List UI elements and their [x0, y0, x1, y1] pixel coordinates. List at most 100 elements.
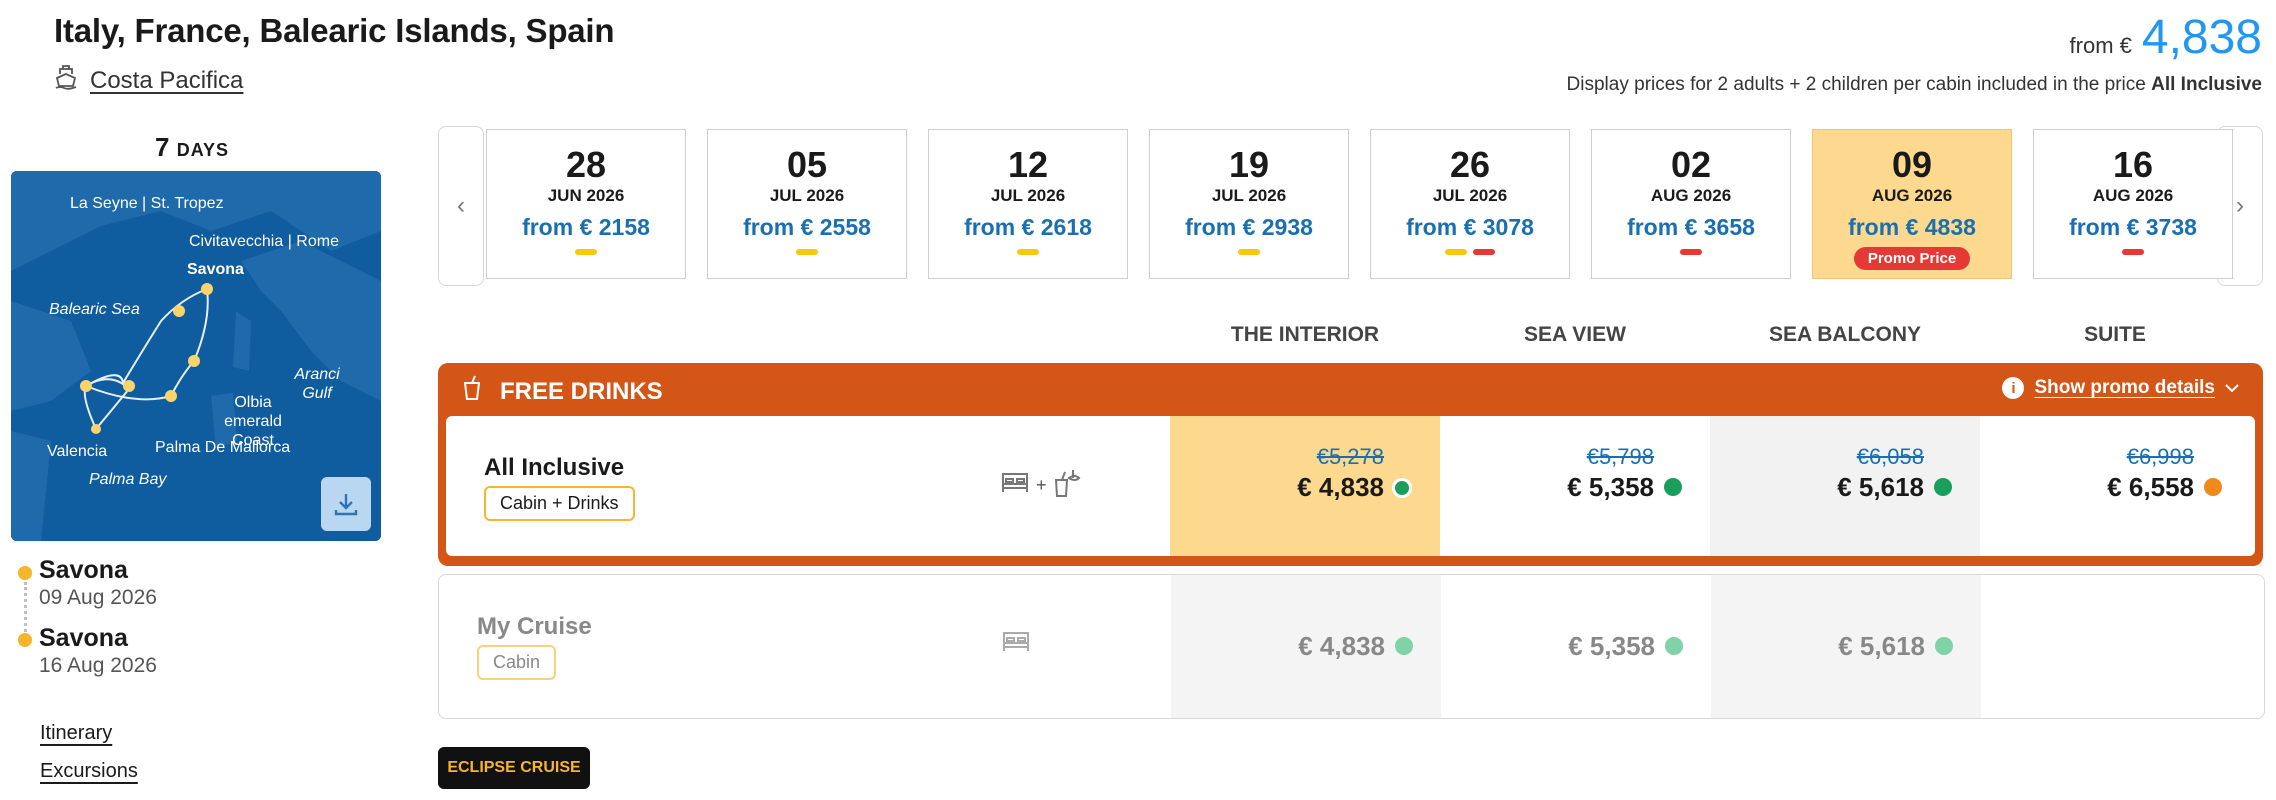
days-label: DAYS: [176, 140, 230, 160]
availability-bars: [929, 249, 1127, 257]
availability-bars: [1592, 249, 1790, 257]
availability-dot: [1392, 478, 1412, 498]
header-price: from € 4,838: [2070, 10, 2262, 65]
fare-badge: Cabin + Drinks: [484, 486, 635, 521]
departure-dates-strip: ‹ › 28 JUN 2026 from € 2158 05 JUL 2026 from …: [438, 126, 2263, 286]
days-number: 7: [155, 132, 170, 162]
date-month: JUL 2026: [1211, 186, 1287, 205]
departure-bullet: [18, 566, 32, 580]
fare-name: My Cruise: [477, 613, 592, 640]
arrival-date: 16 Aug 2026: [39, 654, 157, 677]
date-price: from € 3078: [1406, 214, 1534, 240]
price-cell-sea-view[interactable]: €5,798 € 5,358: [1440, 416, 1710, 556]
download-icon: [331, 489, 361, 519]
itinerary-map[interactable]: La Seyne | St. Tropez Civitavecchia | Ro…: [11, 171, 381, 541]
drinks-icon: [1053, 468, 1081, 503]
price-old: €6,058: [1856, 444, 1924, 469]
date-month: JUN 2026: [547, 186, 625, 205]
date-card[interactable]: 02 AUG 2026 from € 3658: [1591, 129, 1791, 279]
bed-icon: [1000, 470, 1030, 501]
prev-dates-button[interactable]: ‹: [438, 126, 484, 286]
date-month: AUG 2026: [1871, 186, 1953, 205]
availability-dot: [1934, 478, 1952, 496]
ship-name[interactable]: Costa Pacifica: [90, 67, 243, 95]
price-cell-suite[interactable]: €6,998 € 6,558: [1980, 416, 2250, 556]
date-month: JUL 2026: [769, 186, 845, 205]
date-day: 09: [1891, 144, 1933, 185]
date-price: from € 2938: [1185, 214, 1313, 240]
date-price: from € 3738: [2069, 214, 2197, 240]
excursions-link[interactable]: Excursions: [40, 760, 138, 783]
route-dotted-line: [24, 582, 27, 638]
col-sea-balcony: SEA BALCONY: [1768, 323, 1922, 346]
date-card[interactable]: 12 JUL 2026 from € 2618: [928, 129, 1128, 279]
price-new: € 4,838: [1297, 472, 1384, 502]
availability-bar: [796, 249, 818, 255]
date-card[interactable]: 26 JUL 2026 from € 3078: [1370, 129, 1570, 279]
ship-link[interactable]: Costa Pacifica: [54, 64, 243, 97]
date-price: from € 2158: [522, 214, 650, 240]
promo-title: FREE DRINKS: [500, 377, 663, 405]
availability-bar: [575, 249, 597, 255]
price-new: € 6,558: [2107, 472, 2194, 502]
col-sea-view: SEA VIEW: [1524, 323, 1626, 346]
chevron-down-icon: [2225, 377, 2239, 399]
date-day: 26: [1449, 144, 1491, 185]
map-label: Valencia: [47, 443, 108, 460]
price-new: € 5,358: [1567, 472, 1654, 502]
map-label: La Seyne | St. Tropez: [70, 195, 224, 212]
availability-bar: [1017, 249, 1039, 255]
map-label: Balearic Sea: [49, 301, 140, 318]
availability-dot: [1935, 637, 1953, 655]
date-card[interactable]: 16 AUG 2026 from € 3738: [2033, 129, 2233, 279]
date-day: 05: [786, 144, 828, 185]
date-card[interactable]: 05 JUL 2026 from € 2558: [707, 129, 907, 279]
display-note-text: Display prices for 2 adults + 2 children…: [1566, 74, 2146, 95]
eclipse-cruise-badge: ECLIPSE CRUISE: [438, 747, 590, 789]
price-old: €6,998: [2126, 444, 2194, 469]
price-cell-sea-balcony[interactable]: € 5,618: [1711, 575, 1981, 718]
date-month: JUL 2026: [1432, 186, 1508, 205]
date-month: AUG 2026: [2092, 186, 2174, 205]
availability-bar: [1680, 249, 1702, 255]
date-day: 28: [565, 144, 607, 185]
display-note: Display prices for 2 adults + 2 children…: [1567, 74, 2262, 96]
price-cell-interior[interactable]: € 4,838: [1171, 575, 1441, 718]
arrival-port: Savona: [39, 624, 128, 652]
availability-bars: [2034, 249, 2232, 257]
availability-bar: [1445, 249, 1467, 255]
display-note-bold: All Inclusive: [2151, 74, 2262, 95]
price-cell-interior[interactable]: €5,278 € 4,838: [1170, 416, 1440, 556]
price-new: € 5,618: [1838, 631, 1925, 661]
fare-row-all-inclusive[interactable]: All Inclusive Cabin + Drinks + €5,278 € …: [446, 416, 2255, 556]
availability-bar: [2122, 249, 2144, 255]
plus-sign: +: [1036, 475, 1047, 495]
fare-name: All Inclusive: [484, 454, 625, 481]
date-day: 02: [1670, 144, 1712, 185]
availability-bar: [1238, 249, 1260, 255]
fare-row-my-cruise[interactable]: My Cruise Cabin € 4,838 € 5,358 € 5,618: [438, 574, 2265, 719]
availability-bars: [1371, 249, 1569, 257]
date-card[interactable]: 09 AUG 2026 from € 4838 Promo Price: [1812, 129, 2012, 279]
date-price: from € 3658: [1627, 214, 1755, 240]
bed-icon: [1001, 632, 1031, 659]
show-promo-details-button[interactable]: i Show promo details: [2002, 377, 2239, 399]
promo-price-tag: Promo Price: [1853, 247, 1971, 270]
date-price: from € 2558: [743, 214, 871, 240]
price-cell-sea-view[interactable]: € 5,358: [1441, 575, 1711, 718]
promo-link-label[interactable]: Show promo details: [2034, 377, 2215, 399]
price-cell-sea-balcony[interactable]: €6,058 € 5,618: [1710, 416, 1980, 556]
itinerary-link[interactable]: Itinerary: [40, 722, 112, 745]
chevron-left-icon: ‹: [457, 192, 465, 219]
departure-port: Savona: [39, 556, 128, 584]
ship-icon: [54, 64, 78, 97]
download-button[interactable]: [321, 477, 371, 531]
free-drinks-promo: FREE DRINKS i Show promo details All Inc…: [438, 363, 2263, 566]
arrival-bullet: [18, 633, 32, 647]
availability-bars: [708, 249, 906, 257]
availability-bars: [487, 249, 685, 257]
date-card[interactable]: 28 JUN 2026 from € 2158: [486, 129, 686, 279]
date-card[interactable]: 19 JUL 2026 from € 2938: [1149, 129, 1349, 279]
fare-includes: +: [1000, 468, 1081, 503]
availability-dot: [1395, 637, 1413, 655]
